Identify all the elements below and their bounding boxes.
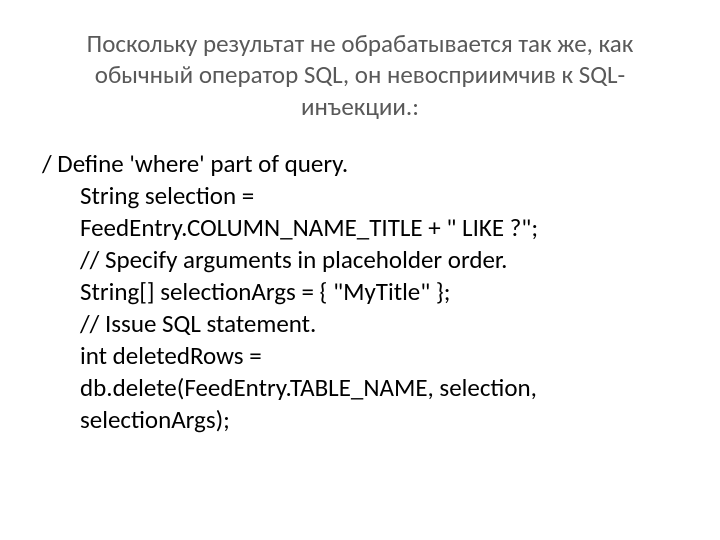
code-block: / Define 'where' part of query. String s… xyxy=(42,148,678,436)
code-line: // Issue SQL statement. xyxy=(42,308,678,340)
code-line: String[] selectionArgs = { "MyTitle" }; xyxy=(42,276,678,308)
code-line: FeedEntry.COLUMN_NAME_TITLE + " LIKE ?"; xyxy=(42,212,678,244)
code-line: String selection = xyxy=(42,180,678,212)
slide-heading: Поскольку результат не обрабатывается та… xyxy=(42,28,678,122)
code-line: int deletedRows = xyxy=(42,340,678,372)
code-line: / Define 'where' part of query. xyxy=(42,148,678,180)
code-line: // Specify arguments in placeholder orde… xyxy=(42,244,678,276)
code-line: db.delete(FeedEntry.TABLE_NAME, selectio… xyxy=(42,372,678,404)
code-line: selectionArgs); xyxy=(42,404,678,436)
